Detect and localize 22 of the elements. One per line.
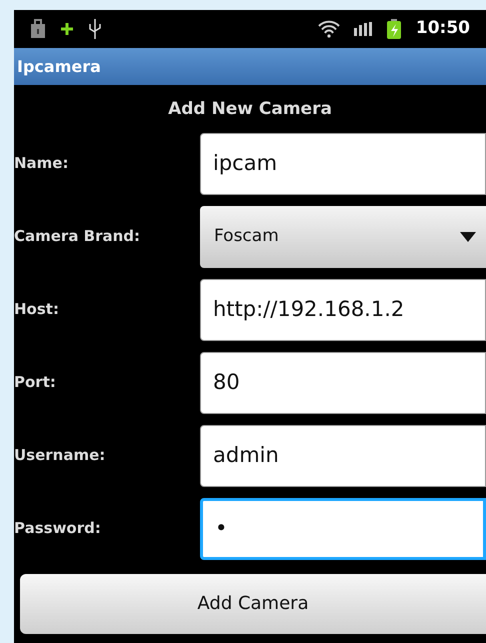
input-field[interactable]: 80 bbox=[200, 352, 486, 414]
battery-charging-icon bbox=[386, 19, 402, 39]
usb-icon bbox=[88, 18, 102, 40]
dropdown[interactable]: Foscam bbox=[200, 206, 486, 268]
field-label: Port: bbox=[14, 372, 57, 394]
field-label: Host: bbox=[14, 299, 60, 320]
field-label: Username: bbox=[14, 445, 106, 466]
add-camera-button[interactable]: Add Camera bbox=[20, 574, 486, 634]
input-field[interactable]: admin bbox=[200, 424, 486, 486]
input-field[interactable]: ipcam bbox=[200, 132, 486, 194]
input-field[interactable]: • bbox=[200, 498, 486, 560]
plus-icon bbox=[60, 22, 74, 36]
field-label: Name: bbox=[14, 153, 70, 174]
wifi-icon bbox=[318, 20, 340, 38]
status-time: 10:50 bbox=[416, 17, 470, 40]
form-heading: Add New Camera bbox=[168, 98, 332, 121]
dropdown-arrow-icon bbox=[460, 232, 476, 242]
signal-icon bbox=[354, 22, 372, 36]
input-field[interactable]: http://192.168.1.2 bbox=[200, 278, 486, 340]
field-label: Camera Brand: bbox=[14, 226, 142, 248]
app-title: Ipcamera bbox=[17, 56, 101, 78]
field-label: Password: bbox=[14, 518, 102, 540]
